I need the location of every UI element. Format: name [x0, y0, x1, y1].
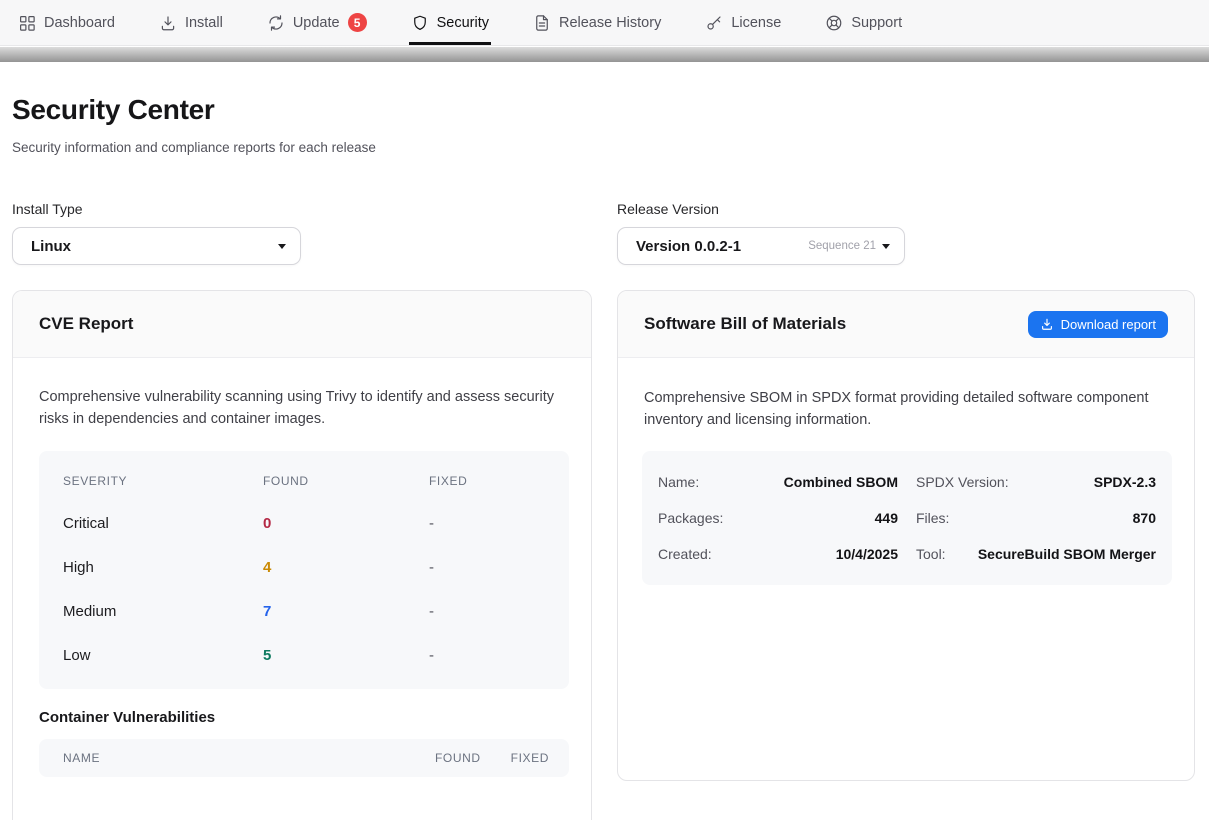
- sbom-detail-spdx-version: SPDX Version: SPDX-2.3: [916, 464, 1156, 500]
- refresh-icon: [267, 14, 285, 32]
- detail-label: Created:: [658, 546, 712, 562]
- nav-label: Support: [851, 15, 902, 31]
- download-icon: [1040, 317, 1054, 331]
- page-title: Security Center: [12, 94, 214, 126]
- severity-name: High: [63, 559, 263, 576]
- detail-label: Tool:: [916, 546, 946, 562]
- table-row: Low 5 -: [63, 633, 545, 677]
- cve-report-card: CVE Report Comprehensive vulnerability s…: [12, 290, 592, 820]
- nav-item-license[interactable]: License: [705, 0, 781, 45]
- release-version-value: Version 0.0.2-1: [636, 238, 741, 255]
- fixed-count: -: [429, 603, 545, 620]
- document-icon: [533, 14, 551, 32]
- install-type-label: Install Type: [12, 201, 83, 217]
- update-count-badge: 5: [348, 13, 367, 32]
- col-found: FOUND: [435, 751, 481, 765]
- nav-shadow-band: [0, 47, 1209, 62]
- fixed-count: -: [429, 647, 545, 664]
- sbom-details: Name: Combined SBOM SPDX Version: SPDX-2…: [642, 451, 1172, 585]
- col-fixed: FIXED: [429, 474, 545, 488]
- nav-item-dashboard[interactable]: Dashboard: [18, 0, 115, 45]
- nav-label: Dashboard: [44, 15, 115, 31]
- sbom-description: Comprehensive SBOM in SPDX format provid…: [644, 388, 1154, 431]
- detail-value: 10/4/2025: [836, 546, 898, 562]
- sbom-detail-packages: Packages: 449: [658, 500, 898, 536]
- table-row: Medium 7 -: [63, 589, 545, 633]
- severity-table: SEVERITY FOUND FIXED Critical 0 - High 4…: [39, 451, 569, 689]
- detail-label: Name:: [658, 474, 699, 490]
- fixed-count: -: [429, 559, 545, 576]
- severity-name: Critical: [63, 515, 263, 532]
- table-row: Critical 0 -: [63, 501, 545, 545]
- found-count: 4: [263, 559, 429, 576]
- found-count: 0: [263, 515, 429, 532]
- found-count: 5: [263, 647, 429, 664]
- col-name: NAME: [63, 751, 435, 765]
- chevron-down-icon: [278, 244, 286, 249]
- nav-label: Update: [293, 15, 340, 31]
- col-severity: SEVERITY: [63, 474, 263, 488]
- col-found: FOUND: [263, 474, 429, 488]
- download-report-button[interactable]: Download report: [1028, 311, 1168, 338]
- sbom-card: Software Bill of Materials Download repo…: [617, 290, 1195, 781]
- severity-name: Medium: [63, 603, 263, 620]
- detail-value: Combined SBOM: [784, 474, 898, 490]
- nav-label: Release History: [559, 15, 661, 31]
- nav-item-update[interactable]: Update 5: [267, 0, 367, 45]
- detail-value: SecureBuild SBOM Merger: [978, 546, 1156, 562]
- nav-label: Security: [437, 15, 489, 31]
- sbom-detail-files: Files: 870: [916, 500, 1156, 536]
- fixed-count: -: [429, 515, 545, 532]
- dashboard-grid-icon: [18, 14, 36, 32]
- nav-item-support[interactable]: Support: [825, 0, 902, 45]
- cve-card-header: CVE Report: [13, 291, 591, 358]
- install-type-select[interactable]: Linux: [12, 227, 301, 265]
- detail-label: SPDX Version:: [916, 474, 1009, 490]
- sbom-detail-tool: Tool: SecureBuild SBOM Merger: [916, 536, 1156, 572]
- cve-card-title: CVE Report: [39, 314, 133, 334]
- cve-description: Comprehensive vulnerability scanning usi…: [39, 387, 567, 430]
- container-vulnerabilities-header: NAME FOUND FIXED: [39, 739, 569, 777]
- sbom-card-header: Software Bill of Materials Download repo…: [618, 291, 1194, 358]
- download-report-label: Download report: [1061, 317, 1156, 332]
- release-version-label: Release Version: [617, 201, 719, 217]
- sbom-card-title: Software Bill of Materials: [644, 314, 846, 334]
- table-row: High 4 -: [63, 545, 545, 589]
- detail-value: 449: [875, 510, 898, 526]
- nav-item-security[interactable]: Security: [411, 0, 489, 45]
- release-version-select[interactable]: Version 0.0.2-1 Sequence 21: [617, 227, 905, 265]
- key-icon: [705, 14, 723, 32]
- lifebuoy-icon: [825, 14, 843, 32]
- page-subtitle: Security information and compliance repo…: [12, 140, 376, 155]
- nav-item-release-history[interactable]: Release History: [533, 0, 661, 45]
- nav-item-install[interactable]: Install: [159, 0, 223, 45]
- col-fixed: FIXED: [511, 751, 549, 765]
- release-sequence-label: Sequence 21: [808, 240, 876, 252]
- install-type-value: Linux: [31, 238, 71, 255]
- detail-value: 870: [1133, 510, 1156, 526]
- nav-label: Install: [185, 15, 223, 31]
- shield-icon: [411, 14, 429, 32]
- chevron-down-icon: [882, 244, 890, 249]
- detail-label: Files:: [916, 510, 949, 526]
- sbom-detail-name: Name: Combined SBOM: [658, 464, 898, 500]
- detail-value: SPDX-2.3: [1094, 474, 1156, 490]
- found-count: 7: [263, 603, 429, 620]
- detail-label: Packages:: [658, 510, 723, 526]
- top-navbar: Dashboard Install Update 5 Security Rele…: [0, 0, 1209, 46]
- container-vulnerabilities-title: Container Vulnerabilities: [39, 709, 215, 726]
- download-icon: [159, 14, 177, 32]
- sbom-detail-created: Created: 10/4/2025: [658, 536, 898, 572]
- severity-table-header: SEVERITY FOUND FIXED: [63, 461, 545, 501]
- nav-label: License: [731, 15, 781, 31]
- severity-name: Low: [63, 647, 263, 664]
